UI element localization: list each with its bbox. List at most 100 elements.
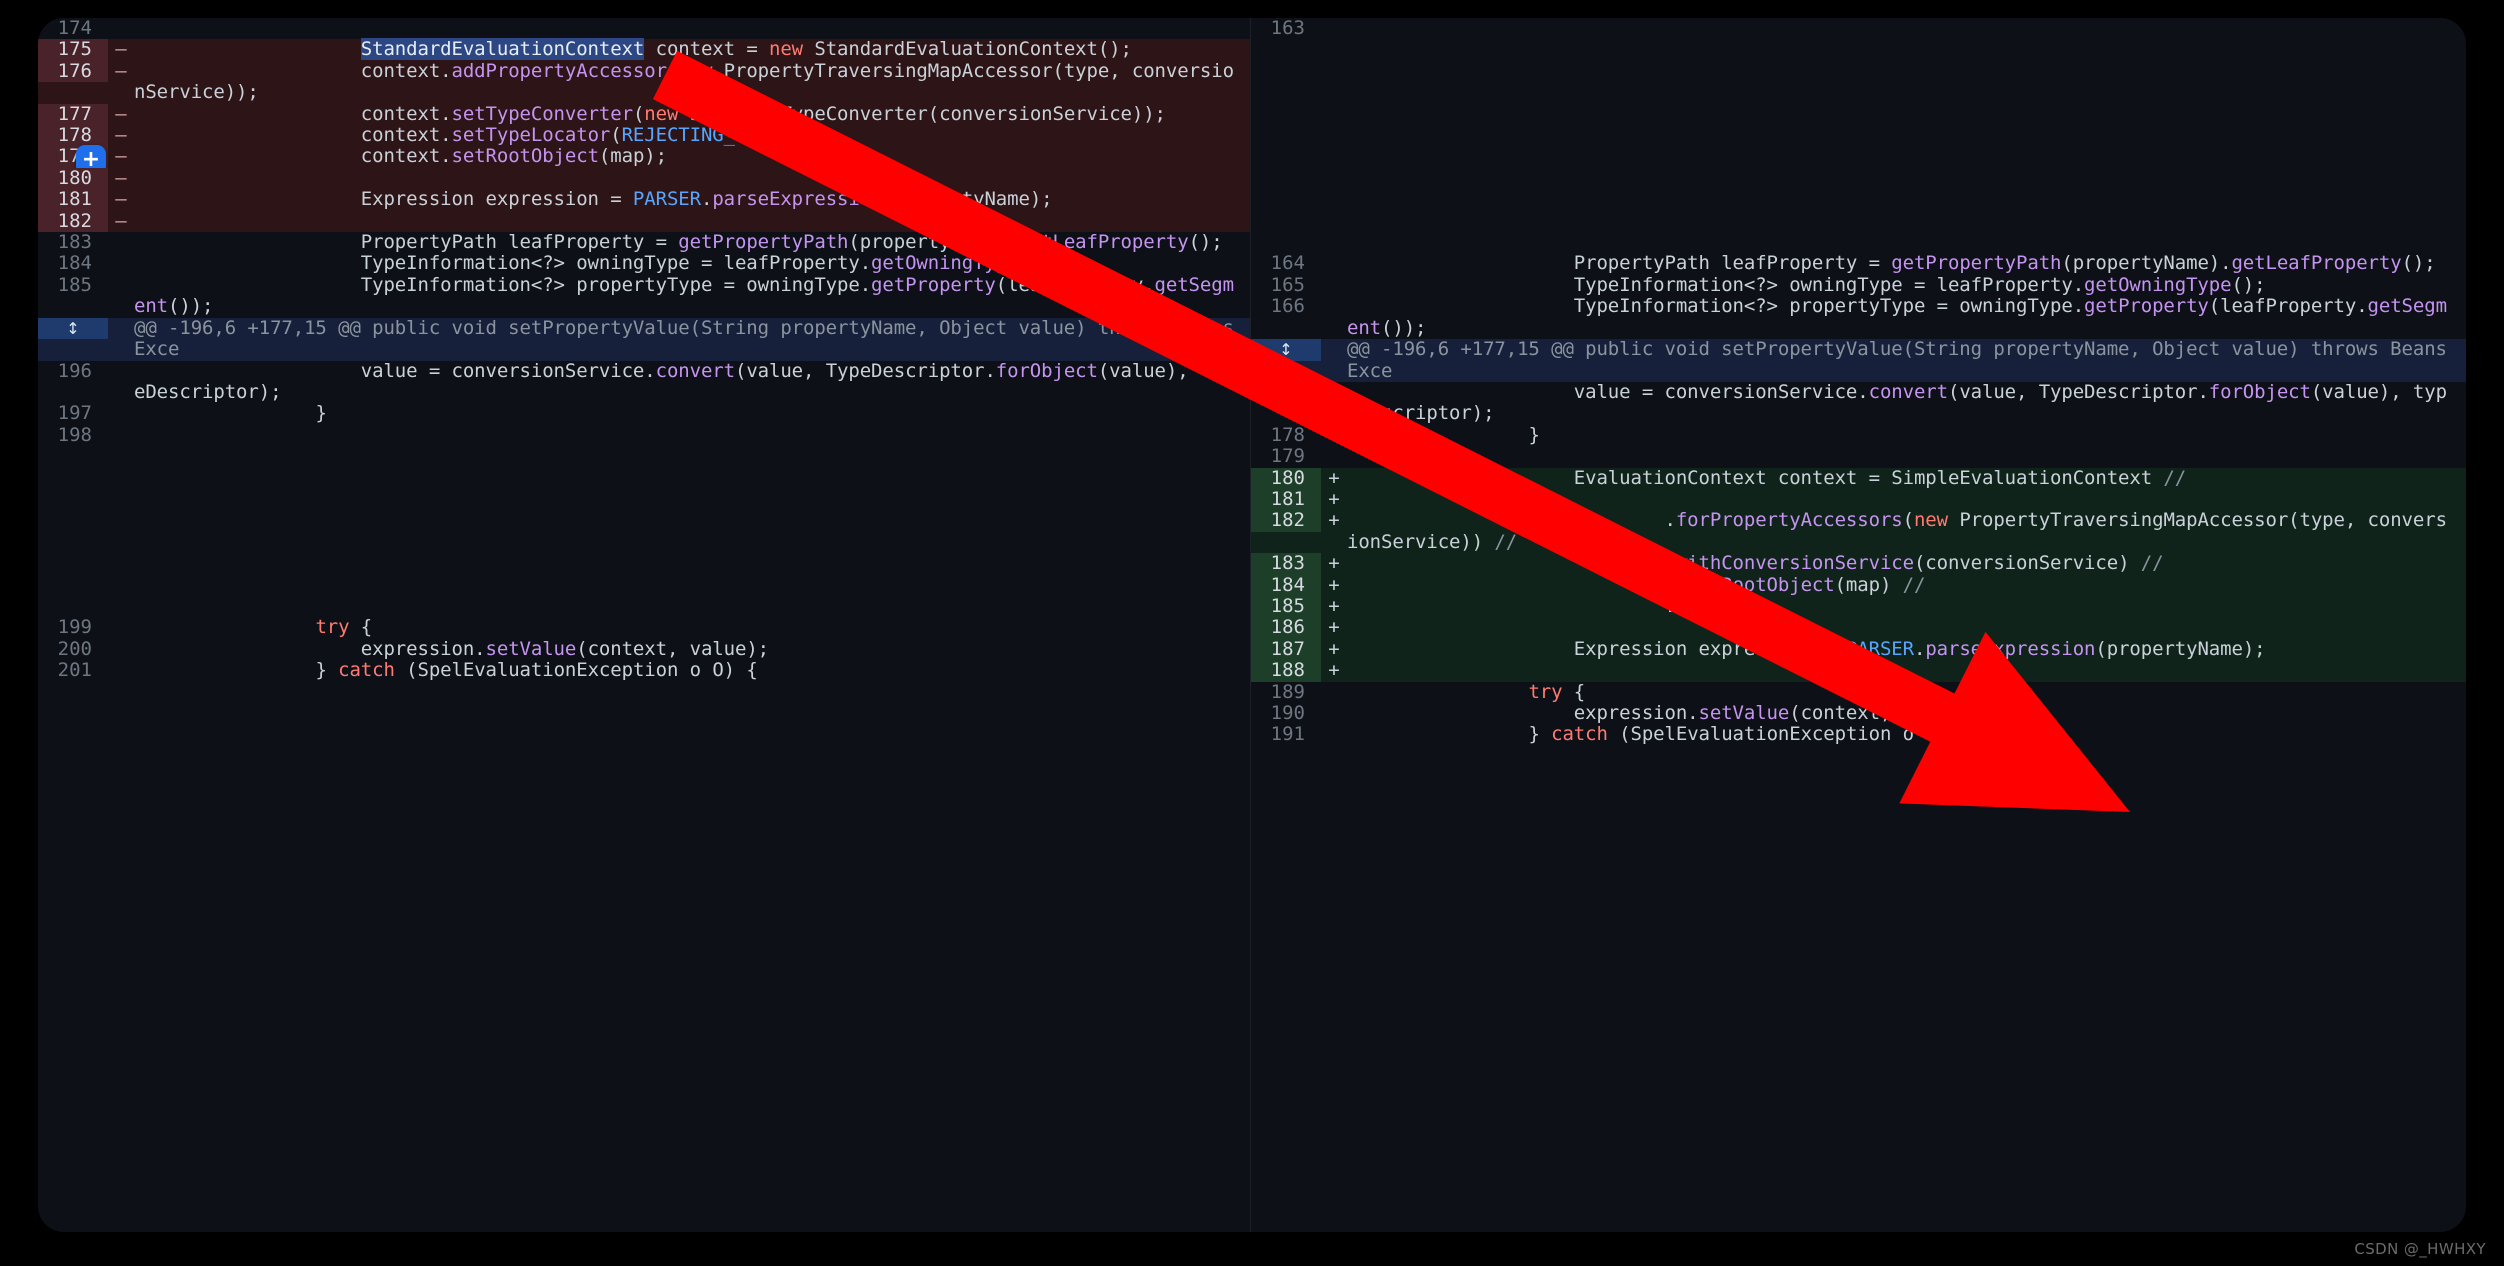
code-line[interactable]: } (1347, 424, 2466, 446)
diff-row[interactable]: 187 + Expression expression = PARSER.pars… (1251, 638, 2466, 661)
code-line[interactable] (1347, 446, 2466, 467)
diff-row[interactable]: 166 TypeInformation<?> propertyType = ow… (1251, 295, 2466, 340)
code-line[interactable] (134, 489, 1250, 510)
diff-row[interactable]: 164 PropertyPath leafProperty = getPrope… (1251, 253, 2466, 275)
line-number[interactable]: 190 (1251, 702, 1321, 724)
code-line[interactable] (1347, 232, 2466, 253)
diff-row[interactable] (1251, 60, 2466, 83)
diff-row[interactable] (38, 553, 1250, 575)
line-number[interactable]: 181 (1251, 488, 1321, 511)
diff-row[interactable]: 184 TypeInformation<?> owningType = leaf… (38, 253, 1250, 275)
diff-row[interactable]: 177 value = conversionService.convert(va… (1251, 381, 2466, 425)
line-number[interactable]: 200 (38, 638, 108, 660)
code-line[interactable]: .withRootObject(map) // (1347, 574, 2466, 596)
diff-row[interactable] (38, 446, 1250, 468)
code-line[interactable]: try { (1347, 681, 2466, 703)
code-line[interactable] (134, 18, 1250, 39)
code-line[interactable]: PropertyPath leafProperty = getPropertyP… (134, 231, 1250, 253)
diff-row[interactable] (1251, 82, 2466, 104)
code-line[interactable] (1347, 146, 2466, 167)
code-line[interactable]: } catch (SpelEvaluationException o O) { (1347, 723, 2466, 745)
diff-row[interactable]: 179 + – context.setRootObject(map); (38, 145, 1250, 176)
diff-row[interactable]: 182– (38, 210, 1250, 233)
code-line[interactable] (1347, 617, 2466, 638)
code-line[interactable] (134, 211, 1250, 232)
line-number[interactable]: 184 (38, 253, 108, 275)
code-line[interactable] (134, 532, 1250, 553)
diff-row[interactable]: 181 + (1251, 488, 2466, 511)
line-number[interactable]: 189 (1251, 681, 1321, 703)
line-number[interactable]: 197 (38, 402, 108, 424)
line-number[interactable]: 185 (1251, 595, 1321, 618)
code-line[interactable]: Expression expression = PARSER.parseExpr… (1347, 638, 2466, 660)
line-number[interactable]: 165 (1251, 274, 1321, 296)
line-number[interactable]: 163 (1251, 18, 1321, 39)
diff-row[interactable]: 200 expression.setValue(context, value); (38, 638, 1250, 661)
line-number[interactable]: 196 (38, 360, 108, 382)
code-line[interactable]: .build(); (1347, 595, 2466, 617)
line-number[interactable]: 198 (38, 424, 108, 446)
diff-row[interactable]: 197 } (38, 402, 1250, 425)
line-number[interactable]: 183 (38, 231, 108, 253)
line-number[interactable]: 177 (1251, 381, 1321, 403)
hunk-header-row[interactable]: ↕ @@ -196,6 +177,15 @@ public void setPr… (38, 317, 1250, 361)
code-line[interactable] (1347, 168, 2466, 189)
line-number[interactable]: 179 (1251, 445, 1321, 467)
code-line[interactable] (134, 510, 1250, 531)
diff-row[interactable] (38, 574, 1250, 596)
expand-hunk-button[interactable]: ↕ (1251, 339, 1321, 361)
diff-row[interactable]: 178 } (1251, 424, 2466, 447)
code-line[interactable] (134, 596, 1250, 617)
hunk-header-row[interactable]: ↕ @@ -196,6 +177,15 @@ public void setPr… (1251, 338, 2466, 382)
code-line[interactable]: TypeInformation<?> owningType = leafProp… (1347, 274, 2466, 296)
line-number[interactable]: 166 (1251, 295, 1321, 317)
diff-row[interactable]: 176– context.addPropertyAccessor(new Pro… (38, 60, 1250, 104)
code-line[interactable]: TypeInformation<?> owningType = leafProp… (134, 253, 1250, 275)
line-number[interactable]: 181 (38, 188, 108, 211)
code-line[interactable]: .forPropertyAccessors(new PropertyTraver… (1347, 510, 2466, 553)
code-line[interactable] (1347, 18, 2466, 39)
code-line[interactable] (1347, 211, 2466, 232)
diff-row[interactable]: 191 } catch (SpelEvaluationException o O… (1251, 723, 2466, 746)
line-number[interactable]: 187 (1251, 638, 1321, 661)
diff-row[interactable] (1251, 103, 2466, 126)
diff-row[interactable]: 183 + .withConversionService(conversionSe… (1251, 552, 2466, 575)
code-line[interactable]: TypeInformation<?> propertyType = owning… (1347, 295, 2466, 339)
code-line[interactable] (134, 446, 1250, 467)
line-number[interactable]: 180 (1251, 467, 1321, 489)
diff-row[interactable] (1251, 125, 2466, 147)
line-number[interactable]: 183 (1251, 552, 1321, 575)
code-line[interactable] (134, 168, 1250, 189)
diff-row[interactable]: 165 TypeInformation<?> owningType = leaf… (1251, 274, 2466, 297)
code-line[interactable]: TypeInformation<?> propertyType = owning… (134, 274, 1250, 318)
line-number[interactable]: 164 (1251, 253, 1321, 275)
code-line[interactable]: context.setTypeConverter(new StandardTyp… (134, 103, 1250, 125)
code-line[interactable]: .withConversionService(conversionService… (1347, 552, 2466, 574)
diff-row[interactable] (1251, 232, 2466, 254)
diff-row[interactable]: 163 (1251, 18, 2466, 40)
code-line[interactable]: StandardEvaluationContext context = new … (134, 38, 1250, 61)
diff-row[interactable]: 177– context.setTypeConverter(new Standa… (38, 103, 1250, 126)
code-line[interactable]: EvaluationContext context = SimpleEvalua… (1347, 467, 2466, 489)
code-line[interactable]: expression.setValue(context, value); (1347, 702, 2466, 724)
line-number[interactable]: 185 (38, 274, 108, 296)
code-line[interactable] (1347, 125, 2466, 146)
line-number[interactable]: 182 (38, 210, 108, 233)
line-number[interactable]: 174 (38, 18, 108, 39)
diff-row[interactable]: 201 } catch (SpelEvaluationException o O… (38, 659, 1250, 682)
diff-row[interactable] (1251, 167, 2466, 190)
diff-row[interactable] (1251, 39, 2466, 61)
line-number[interactable]: 199 (38, 616, 108, 638)
line-number[interactable]: 201 (38, 659, 108, 681)
diff-row[interactable]: 178– context.setTypeLocator(REJECTING_LO… (38, 124, 1250, 147)
diff-row[interactable]: 185 TypeInformation<?> propertyType = ow… (38, 274, 1250, 318)
code-line[interactable]: value = conversionService.convert(value,… (1347, 381, 2466, 425)
line-number[interactable]: 182 (1251, 509, 1321, 532)
code-line[interactable] (1347, 61, 2466, 82)
diff-row[interactable] (38, 467, 1250, 489)
code-line[interactable] (1347, 189, 2466, 210)
code-line[interactable]: context.setRootObject(map); (134, 146, 1250, 168)
code-line[interactable] (134, 553, 1250, 574)
code-line[interactable] (134, 468, 1250, 489)
line-number[interactable]: 177 (38, 103, 108, 126)
